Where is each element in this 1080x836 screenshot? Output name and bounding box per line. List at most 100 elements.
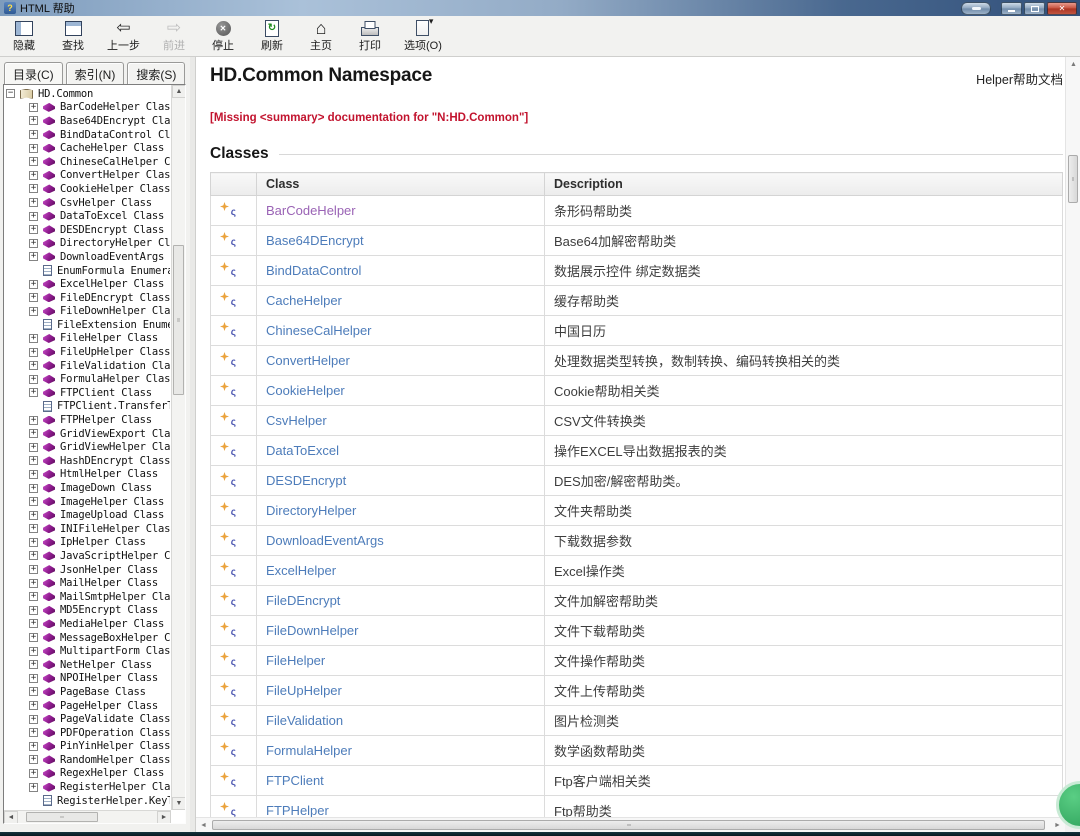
expand-icon[interactable] [29,511,38,520]
toolbar-button[interactable]: 打印 [352,18,388,54]
tree-item[interactable]: RegexHelper Class [6,767,170,781]
close-button[interactable]: ✕ [1047,2,1077,15]
expand-icon[interactable] [29,755,38,764]
class-link[interactable]: FormulaHelper [266,743,352,758]
class-link[interactable]: CacheHelper [266,293,342,308]
expand-icon[interactable] [29,293,38,302]
expand-icon[interactable] [29,171,38,180]
collapse-icon[interactable] [6,89,15,98]
tree-item[interactable]: PageHelper Class [6,699,170,713]
tree-item[interactable]: ImageUpload Class [6,508,170,522]
expand-icon[interactable] [29,443,38,452]
expand-icon[interactable] [29,606,38,615]
expand-icon[interactable] [29,619,38,628]
tree-item[interactable]: GridViewHelper Class [6,440,170,454]
class-link[interactable]: DESDEncrypt [266,473,346,488]
toolbar-button[interactable]: 上一步 [104,18,143,54]
expand-icon[interactable] [29,184,38,193]
class-link[interactable]: BarCodeHelper [266,203,356,218]
expand-icon[interactable] [29,416,38,425]
scroll-right-icon[interactable]: ► [157,811,171,824]
expand-icon[interactable] [29,579,38,588]
toolbar-button[interactable]: 查找 [55,18,91,54]
expand-icon[interactable] [29,198,38,207]
tree-item[interactable]: BindDataControl Class [6,128,170,142]
tree-item[interactable]: HtmlHelper Class [6,468,170,482]
tree-item[interactable]: MultipartForm Class [6,644,170,658]
tree-item[interactable]: DataToExcel Class [6,209,170,223]
class-link[interactable]: FileDEncrypt [266,593,340,608]
tree-item[interactable]: MD5Encrypt Class [6,604,170,618]
tree-item[interactable]: PageValidate Class [6,712,170,726]
class-link[interactable]: Base64DEncrypt [266,233,364,248]
tree-item[interactable]: ChineseCalHelper Class [6,155,170,169]
class-link[interactable]: CsvHelper [266,413,327,428]
tree-item[interactable]: FTPClient Class [6,386,170,400]
expand-icon[interactable] [29,388,38,397]
class-link[interactable]: FTPClient [266,773,324,788]
toolbar-button[interactable]: 隐藏 [6,18,42,54]
tree-item[interactable]: RandomHelper Class [6,753,170,767]
tree-item[interactable]: ImageHelper Class [6,495,170,509]
toolbar-button[interactable]: 选项(O) [401,18,445,54]
expand-icon[interactable] [29,307,38,316]
expand-icon[interactable] [29,144,38,153]
expand-icon[interactable] [29,715,38,724]
tree-item[interactable]: MailSmtpHelper Class [6,590,170,604]
scroll-up-icon[interactable]: ▲ [172,85,186,98]
expand-icon[interactable] [29,660,38,669]
tree-item[interactable]: PageBase Class [6,685,170,699]
expand-icon[interactable] [29,484,38,493]
class-link[interactable]: DataToExcel [266,443,339,458]
scroll-left-icon[interactable]: ◄ [196,818,211,833]
tree-item[interactable]: BarCodeHelper Class [6,101,170,115]
tree-item[interactable]: IpHelper Class [6,536,170,550]
expand-icon[interactable] [29,728,38,737]
expand-icon[interactable] [29,252,38,261]
class-link[interactable]: BindDataControl [266,263,361,278]
expand-icon[interactable] [29,551,38,560]
tree-item[interactable]: HashDEncrypt Class [6,454,170,468]
tree-item[interactable]: GridViewExport Class [6,427,170,441]
expand-icon[interactable] [29,783,38,792]
expand-icon[interactable] [29,456,38,465]
tree-item[interactable]: JavaScriptHelper Class [6,549,170,563]
expand-icon[interactable] [29,647,38,656]
class-link[interactable]: CookieHelper [266,383,345,398]
tree-item[interactable]: FileExtension Enumeration [6,318,170,332]
tree-item[interactable]: FileUpHelper Class [6,345,170,359]
class-link[interactable]: FileUpHelper [266,683,342,698]
expand-icon[interactable] [29,742,38,751]
tree-item[interactable]: ImageDown Class [6,481,170,495]
tree-item[interactable]: INIFileHelper Class [6,522,170,536]
tree-item[interactable]: FormulaHelper Class [6,372,170,386]
tree-item[interactable]: FileHelper Class [6,332,170,346]
class-link[interactable]: FileValidation [266,713,343,728]
class-link[interactable]: ExcelHelper [266,563,336,578]
expand-icon[interactable] [29,701,38,710]
tree-item[interactable]: MailHelper Class [6,576,170,590]
tree-hscroll-thumb[interactable] [26,812,98,822]
tree-item[interactable]: FileValidation Class [6,359,170,373]
expand-icon[interactable] [29,212,38,221]
class-link[interactable]: ConvertHelper [266,353,350,368]
tree-item[interactable]: Base64DEncrypt Class [6,114,170,128]
expand-icon[interactable] [29,538,38,547]
tree-item[interactable]: CookieHelper Class [6,182,170,196]
tree-item[interactable]: FileDEncrypt Class [6,291,170,305]
content-horizontal-scrollbar[interactable]: ◄ ► [196,817,1065,832]
expand-icon[interactable] [29,565,38,574]
class-link[interactable]: FTPHelper [266,803,329,817]
tree-horizontal-scrollbar[interactable]: ◄ ► [4,810,171,823]
tree-item[interactable]: RegisterHelper Class [6,780,170,794]
content-hscroll-thumb[interactable] [212,820,1045,830]
tree-item[interactable]: DirectoryHelper Class [6,237,170,251]
expand-icon[interactable] [29,348,38,357]
tree-item[interactable]: FileDownHelper Class [6,305,170,319]
tree-item[interactable]: MessageBoxHelper Class [6,631,170,645]
expand-icon[interactable] [29,524,38,533]
class-link[interactable]: DownloadEventArgs [266,533,384,548]
toolbar-button[interactable]: 前进 [156,18,192,54]
expand-icon[interactable] [29,157,38,166]
tree-item[interactable]: RegisterHelper.KeyType Enumeration [6,794,170,808]
